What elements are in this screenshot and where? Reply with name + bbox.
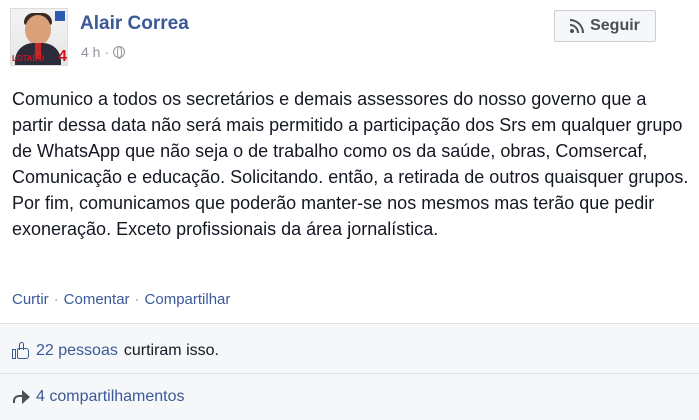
follow-button[interactable]: Seguir: [554, 10, 656, 42]
author-avatar[interactable]: LOTADO 4: [10, 8, 68, 66]
thumbs-up-icon: [12, 342, 30, 360]
avatar-flag-icon: [55, 11, 65, 21]
post-timestamp[interactable]: 4 h: [81, 44, 100, 60]
follow-label: Seguir: [590, 17, 640, 34]
likes-count-link[interactable]: 22 pessoas: [36, 342, 118, 360]
action-separator: ·: [134, 291, 140, 308]
like-link[interactable]: Curtir: [12, 291, 49, 308]
post-footer: 22 pessoas curtiram isso. 4 compartilham…: [0, 323, 699, 420]
share-link[interactable]: Compartilhar: [145, 291, 231, 308]
author-name[interactable]: Alair Correa: [80, 13, 189, 35]
comment-link[interactable]: Comentar: [64, 291, 130, 308]
likes-summary: 22 pessoas curtiram isso.: [12, 338, 219, 364]
shares-count-link[interactable]: 4 compartilhamentos: [36, 388, 185, 406]
post-header: LOTADO 4 Alair Correa 4 h · Seguir: [10, 8, 690, 70]
avatar-face: [25, 15, 51, 45]
footer-divider: [0, 373, 699, 374]
action-separator: ·: [53, 291, 59, 308]
shares-summary: 4 compartilhamentos: [12, 384, 185, 410]
likes-text: curtiram isso.: [123, 342, 219, 359]
post-body: Comunico a todos os secretários e demais…: [12, 89, 689, 239]
post-actions: Curtir · Comentar · Compartilhar: [12, 291, 230, 308]
rss-icon: [570, 19, 585, 33]
meta-separator: ·: [104, 44, 110, 60]
globe-icon[interactable]: [113, 46, 126, 59]
avatar-brand-number: 4: [58, 48, 67, 65]
facebook-post: LOTADO 4 Alair Correa 4 h · Seguir Comun…: [0, 0, 699, 420]
post-meta: 4 h ·: [81, 44, 126, 60]
share-arrow-icon: [12, 388, 30, 406]
